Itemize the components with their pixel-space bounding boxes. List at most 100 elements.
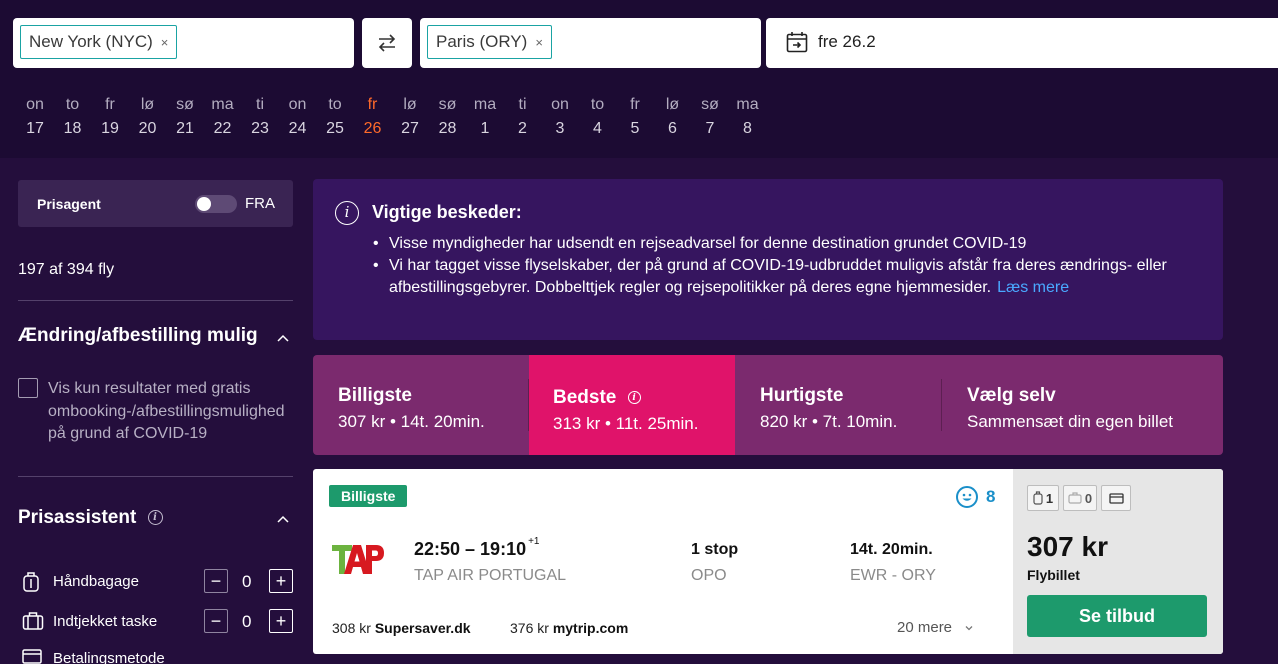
more-offers-label: 20 mere — [897, 619, 953, 636]
checked-bag-minus-button[interactable]: − — [204, 609, 228, 633]
hand-bag-plus-button[interactable]: + — [269, 569, 293, 593]
date-strip-day[interactable]: ti 2 — [503, 93, 543, 141]
day-number: 6 — [668, 120, 677, 137]
provider-name: Supersaver.dk — [374, 620, 471, 636]
day-number: 22 — [213, 120, 232, 137]
chevron-up-icon[interactable] — [276, 512, 290, 526]
checked-bag-row: Indtjekket taske − 0 + — [18, 609, 298, 635]
tab-subtitle: 313 kr • 11t. 25min. — [553, 414, 699, 433]
search-bar: New York (NYC) × Paris (ORY) × fre 26.2 … — [0, 0, 1278, 158]
tab-cheapest[interactable]: Billigste 307 kr • 14t. 20min. — [313, 355, 529, 455]
messages-title: Vigtige beskeder: — [372, 202, 522, 222]
rating-value: 8 — [986, 487, 996, 506]
provider-offer[interactable]: 376 kr mytrip.com — [510, 620, 628, 636]
day-number: 21 — [176, 120, 194, 137]
date-strip-day[interactable]: ti 23 — [240, 93, 280, 141]
tab-fastest[interactable]: Hurtigste 820 kr • 7t. 10min. — [735, 355, 941, 455]
cheapest-badge: Billigste — [329, 485, 408, 507]
tab-choose-self[interactable]: Vælg selv Sammensæt din egen billet — [942, 355, 1223, 455]
tab-best[interactable]: Bedste i 313 kr • 11t. 25min. — [529, 355, 735, 455]
carry-on-fee[interactable]: 1 — [1027, 485, 1059, 511]
day-name: fr — [105, 96, 115, 113]
price-assistant-title[interactable]: Prisassistent i — [18, 507, 163, 529]
date-strip-day[interactable]: lø 6 — [653, 93, 693, 141]
origin-field[interactable]: New York (NYC) × — [13, 18, 354, 68]
day-name: on — [26, 96, 44, 113]
sort-tabs: Billigste 307 kr • 14t. 20min. Bedste i … — [313, 355, 1223, 455]
day-name: lø — [665, 96, 680, 113]
date-strip-day[interactable]: fr 26 — [353, 93, 393, 141]
free-change-label[interactable]: Vis kun resultater med gratis ombooking-… — [48, 378, 298, 446]
carry-on-count: 1 — [1045, 490, 1054, 506]
price-alert-switch[interactable] — [195, 195, 237, 213]
date-strip-day[interactable]: sø 21 — [165, 93, 205, 141]
date-strip-day[interactable]: to 4 — [578, 93, 618, 141]
swap-button[interactable] — [362, 18, 412, 68]
tap-airline-logo — [332, 545, 384, 574]
day-number: 8 — [743, 120, 752, 137]
day-number: 5 — [630, 120, 640, 137]
checked-bag-fee[interactable]: 0 — [1063, 485, 1097, 511]
day-number: 4 — [593, 120, 602, 137]
price-alert-toggle[interactable]: Prisagent FRA — [18, 180, 293, 227]
payment-fee[interactable] — [1101, 485, 1131, 511]
calendar-icon — [786, 32, 808, 53]
date-strip-day[interactable]: ma 1 — [465, 93, 505, 141]
chevron-up-icon[interactable] — [276, 331, 290, 345]
day-name: to — [590, 96, 605, 113]
change-cancel-title[interactable]: Ændring/afbestilling mulig — [18, 325, 258, 347]
date-strip-day[interactable]: ma 8 — [728, 93, 768, 141]
day-name: fr — [367, 96, 378, 113]
day-number: 19 — [101, 120, 119, 137]
date-strip-day[interactable]: on 24 — [278, 93, 318, 141]
view-deal-button[interactable]: Se tilbud — [1027, 595, 1207, 637]
provider-price: 376 kr — [510, 620, 549, 636]
day-number: 17 — [26, 120, 44, 137]
read-more-link[interactable]: Læs mere — [997, 279, 1069, 296]
checked-bag-plus-button[interactable]: + — [269, 609, 293, 633]
stops-count: 1 stop — [691, 541, 739, 558]
destination-chip[interactable]: Paris (ORY) × — [427, 25, 552, 59]
more-offers-button[interactable]: 20 mere — [897, 619, 974, 636]
hand-bag-minus-button[interactable]: − — [204, 569, 228, 593]
day-name: sø — [176, 96, 194, 113]
destination-field[interactable]: Paris (ORY) × — [420, 18, 761, 68]
date-field[interactable]: fre 26.2 — [766, 18, 1278, 68]
flight-result-card[interactable]: Billigste 8 22:50 – 19:10 +1 TAP AIR PORT… — [313, 469, 1223, 654]
free-change-checkbox[interactable] — [18, 378, 38, 398]
origin-chip[interactable]: New York (NYC) × — [20, 25, 178, 59]
messages-list: Visse myndigheder har udsendt en rejsead… — [373, 233, 1173, 299]
credit-card-icon — [22, 649, 42, 664]
day-name: ti — [518, 96, 527, 113]
chevron-down-icon — [965, 626, 973, 631]
suitcase-icon — [1068, 492, 1082, 504]
remove-origin-icon[interactable]: × — [161, 35, 169, 50]
date-strip-day[interactable]: to 25 — [315, 93, 355, 141]
date-strip-day[interactable]: sø 28 — [428, 93, 468, 141]
date-strip-day[interactable]: on 3 — [540, 93, 580, 141]
day-name: lø — [140, 96, 155, 113]
payment-method-row[interactable]: Betalingsmetode — [18, 646, 298, 664]
day-name: on — [551, 96, 569, 113]
message-text: Visse myndigheder har udsendt en rejsead… — [389, 235, 1027, 252]
day-number: 1 — [480, 120, 490, 137]
checked-bag-count: 0 — [1084, 490, 1093, 506]
info-icon[interactable]: i — [627, 391, 641, 405]
date-strip-day[interactable]: lø 20 — [128, 93, 168, 141]
day-number: 3 — [555, 120, 565, 137]
day-name: ti — [256, 96, 264, 113]
date-strip-day[interactable]: fr 5 — [615, 93, 655, 141]
tab-title: Hurtigste — [760, 385, 844, 406]
date-strip-day[interactable]: fr 19 — [90, 93, 130, 141]
rating[interactable]: 8 — [956, 486, 995, 508]
date-strip-day[interactable]: sø 7 — [690, 93, 730, 141]
info-icon[interactable]: i — [147, 510, 163, 526]
price-pane: 1 0 307 kr Flybillet Se tilbud — [1013, 469, 1223, 654]
date-strip-day[interactable]: ma 22 — [203, 93, 243, 141]
provider-offer[interactable]: 308 kr Supersaver.dk — [332, 620, 471, 636]
day-name: lø — [403, 96, 417, 113]
date-strip-day[interactable]: to 18 — [53, 93, 93, 141]
date-strip-day[interactable]: on 17 — [15, 93, 55, 141]
remove-destination-icon[interactable]: × — [535, 35, 543, 50]
date-strip-day[interactable]: lø 27 — [390, 93, 430, 141]
